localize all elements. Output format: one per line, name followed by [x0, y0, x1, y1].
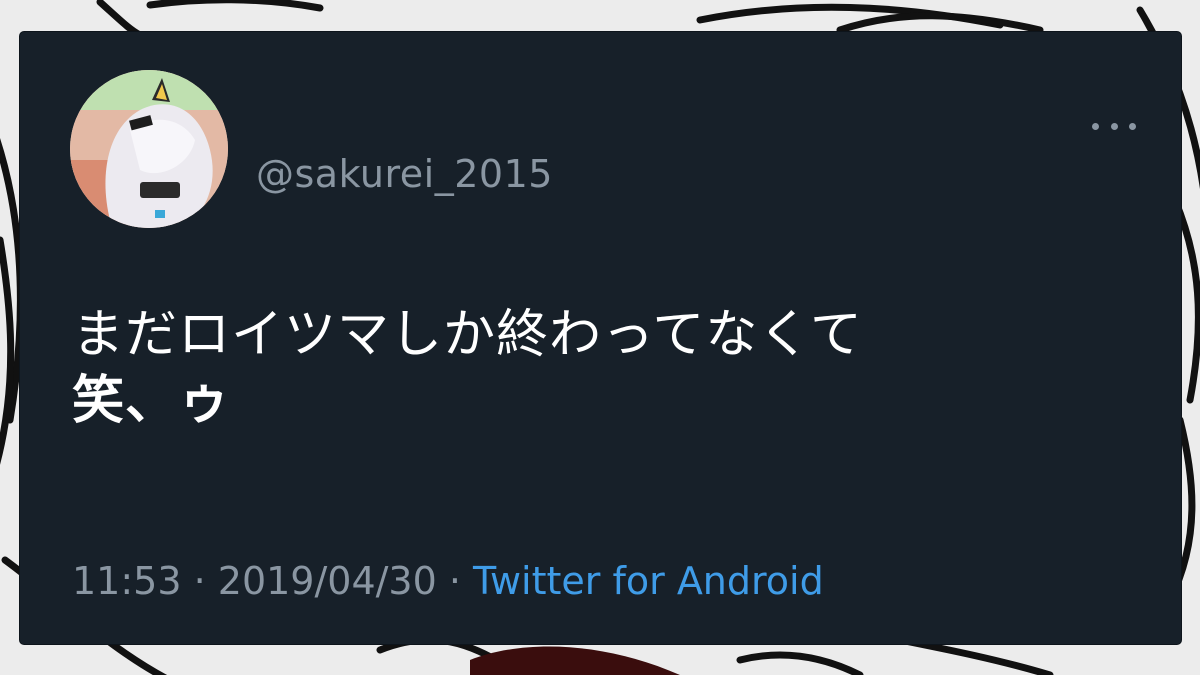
- tweet-text: まだロイツマしか終わってなくて 笑、ゥ: [72, 302, 1132, 434]
- tweet-meta: 11:53 · 2019/04/30 · Twitter for Android: [72, 559, 824, 603]
- user-handle[interactable]: @sakurei_2015: [256, 152, 553, 196]
- tweet-date[interactable]: 2019/04/30: [218, 559, 437, 603]
- avatar-illustration: [70, 70, 228, 228]
- tweet-text-line-1: まだロイツマしか終わってなくて: [72, 305, 863, 365]
- more-dot: [1092, 122, 1099, 130]
- profile-avatar[interactable]: [70, 70, 228, 228]
- tweet-source-link[interactable]: Twitter for Android: [473, 559, 824, 603]
- tweet-card: @sakurei_2015 まだロイツマしか終わってなくて 笑、ゥ 11:53 …: [20, 32, 1181, 644]
- tweet-time[interactable]: 11:53: [72, 559, 182, 603]
- more-options-icon[interactable]: [1092, 116, 1136, 136]
- more-dot: [1110, 122, 1118, 130]
- meta-separator: ·: [436, 559, 474, 603]
- tweet-text-line-2: 笑、ゥ: [72, 371, 232, 431]
- meta-separator: ·: [181, 559, 218, 603]
- more-dot: [1129, 122, 1136, 130]
